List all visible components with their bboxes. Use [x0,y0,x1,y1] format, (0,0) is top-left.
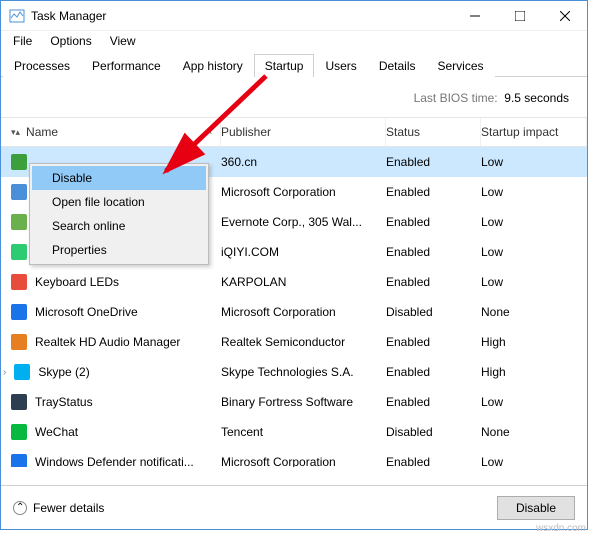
window-title: Task Manager [31,9,452,23]
status-cell: Enabled [386,245,481,259]
publisher-cell: KARPOLAN [221,275,386,289]
status-cell: Enabled [386,455,481,467]
tab-processes[interactable]: Processes [3,54,81,77]
menu-view[interactable]: View [102,33,144,49]
tab-details[interactable]: Details [368,54,427,77]
app-name: WeChat [35,425,78,439]
menubar: File Options View [1,31,587,51]
bios-label: Last BIOS time: [414,91,498,105]
sort-asc-icon: ˄ [207,127,212,137]
ctx-open-file-location[interactable]: Open file location [32,190,206,214]
publisher-cell: Skype Technologies S.A. [221,365,386,379]
table-row[interactable]: Windows Defender notificati... Microsoft… [1,447,587,467]
publisher-cell: iQIYI.COM [221,245,386,259]
impact-cell: Low [481,215,587,229]
app-icon [11,304,27,320]
ctx-properties[interactable]: Properties [32,238,206,262]
tab-performance[interactable]: Performance [81,54,172,77]
status-cell: Disabled [386,305,481,319]
status-cell: Disabled [386,425,481,439]
status-cell: Enabled [386,335,481,349]
impact-cell: Low [481,395,587,409]
app-name: Keyboard LEDs [35,275,119,289]
app-name: Skype (2) [38,365,89,379]
app-icon [11,454,27,467]
header-name[interactable]: ▾▴ Name ˄ [1,118,221,146]
watermark: wsxdn.com [536,523,586,534]
publisher-cell: 360.cn [221,155,386,169]
impact-cell: Low [481,185,587,199]
table-row[interactable]: › Skype (2) Skype Technologies S.A. Enabl… [1,357,587,387]
disable-button[interactable]: Disable [497,496,575,520]
publisher-cell: Evernote Corp., 305 Wal... [221,215,386,229]
impact-cell: High [481,335,587,349]
app-icon [14,364,30,380]
table-row[interactable]: Microsoft OneDrive Microsoft Corporation… [1,297,587,327]
app-icon [11,274,27,290]
menu-file[interactable]: File [5,33,40,49]
footer: Fewer details Disable [1,485,587,529]
header-publisher[interactable]: Publisher [221,118,386,146]
expand-chevron-icon[interactable]: › [3,367,6,378]
app-icon [11,214,27,230]
impact-cell: Low [481,155,587,169]
app-icon [11,244,27,260]
publisher-cell: Microsoft Corporation [221,455,386,467]
status-cell: Enabled [386,275,481,289]
header-status[interactable]: Status [386,118,481,146]
app-icon [11,184,27,200]
bios-time: Last BIOS time: 9.5 seconds [1,77,587,117]
impact-cell: Low [481,245,587,259]
impact-cell: High [481,365,587,379]
tab-app-history[interactable]: App history [172,54,254,77]
bios-value: 9.5 seconds [504,91,569,105]
chevron-up-icon [13,501,27,515]
table-row[interactable]: WeChat Tencent Disabled None [1,417,587,447]
close-button[interactable] [542,1,587,30]
maximize-button[interactable] [497,1,542,30]
tab-services[interactable]: Services [427,54,495,77]
app-icon [11,154,27,170]
menu-options[interactable]: Options [42,33,99,49]
publisher-cell: Tencent [221,425,386,439]
impact-cell: None [481,425,587,439]
table-row[interactable]: Realtek HD Audio Manager Realtek Semicon… [1,327,587,357]
tab-bar: Processes Performance App history Startu… [1,51,587,77]
sort-icon: ▾▴ [11,127,20,138]
task-manager-icon [9,8,25,24]
app-icon [11,394,27,410]
table-row[interactable]: TrayStatus Binary Fortress Software Enab… [1,387,587,417]
impact-cell: None [481,305,587,319]
status-cell: Enabled [386,215,481,229]
publisher-cell: Microsoft Corporation [221,185,386,199]
context-menu: Disable Open file location Search online… [29,163,209,265]
app-icon [11,424,27,440]
app-name: TrayStatus [35,395,93,409]
status-cell: Enabled [386,395,481,409]
minimize-button[interactable] [452,1,497,30]
column-headers: ▾▴ Name ˄ Publisher Status Startup impac… [1,117,587,147]
publisher-cell: Microsoft Corporation [221,305,386,319]
impact-cell: Low [481,275,587,289]
tab-users[interactable]: Users [314,54,367,77]
tab-startup[interactable]: Startup [254,54,315,77]
app-name: Microsoft OneDrive [35,305,138,319]
publisher-cell: Realtek Semiconductor [221,335,386,349]
titlebar: Task Manager [1,1,587,31]
app-name: Windows Defender notificati... [35,455,194,467]
publisher-cell: Binary Fortress Software [221,395,386,409]
app-name: Realtek HD Audio Manager [35,335,180,349]
table-row[interactable]: Keyboard LEDs KARPOLAN Enabled Low [1,267,587,297]
app-icon [11,334,27,350]
header-impact[interactable]: Startup impact [481,118,587,146]
status-cell: Enabled [386,185,481,199]
task-manager-window: Task Manager File Options View Processes… [0,0,588,530]
impact-cell: Low [481,455,587,467]
status-cell: Enabled [386,155,481,169]
fewer-details-button[interactable]: Fewer details [13,501,104,515]
status-cell: Enabled [386,365,481,379]
ctx-search-online[interactable]: Search online [32,214,206,238]
ctx-disable[interactable]: Disable [32,166,206,190]
